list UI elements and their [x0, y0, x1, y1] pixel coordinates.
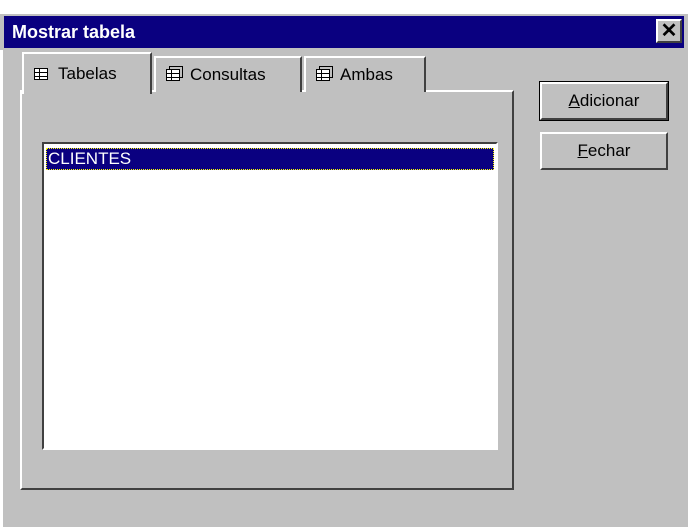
close-dialog-button[interactable]: Fechar	[540, 132, 668, 170]
close-button[interactable]: ✕	[656, 19, 682, 43]
both-icon	[316, 69, 330, 81]
table-icon	[34, 68, 48, 80]
add-button-label: dicionar	[579, 91, 640, 110]
close-button-accel: F	[577, 141, 588, 160]
tab-consultas[interactable]: Consultas	[154, 56, 302, 92]
tab-label: Ambas	[340, 65, 393, 84]
add-button[interactable]: Adicionar	[539, 81, 669, 121]
table-list[interactable]: CLIENTES	[42, 142, 498, 450]
tab-tabelas[interactable]: Tabelas	[22, 52, 152, 94]
list-item[interactable]: CLIENTES	[46, 148, 494, 170]
tab-ambas[interactable]: Ambas	[304, 56, 426, 92]
title-bar[interactable]: Mostrar tabela ✕	[4, 16, 684, 48]
window-title: Mostrar tabela	[12, 22, 136, 42]
close-button-label: echar	[587, 141, 631, 160]
window-edge	[0, 50, 3, 527]
query-icon	[166, 69, 180, 81]
tab-label: Consultas	[190, 65, 266, 84]
tab-label: Tabelas	[58, 64, 117, 83]
add-button-accel: A	[568, 91, 580, 110]
